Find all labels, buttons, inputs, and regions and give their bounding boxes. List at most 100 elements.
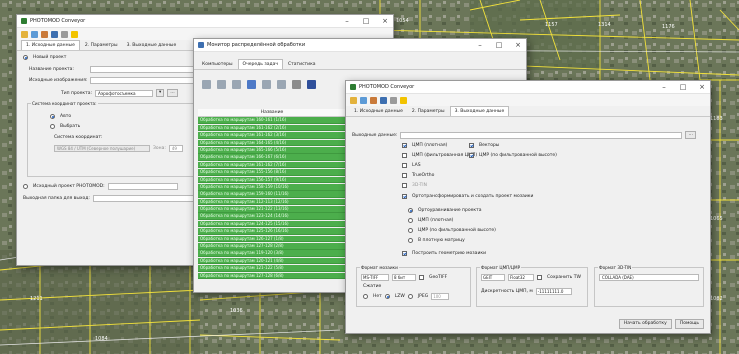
existing-project-radio[interactable]: Исходный проект PHOTOMOD: bbox=[23, 183, 178, 190]
zone-label: Зона: bbox=[153, 146, 166, 151]
tab-output-data[interactable]: 3. Выходные данные bbox=[449, 106, 510, 116]
dem-radio[interactable]: ЦМП (плотная) bbox=[408, 218, 453, 223]
window-title: PHOTOMOD Conveyor bbox=[359, 84, 415, 90]
3dtin-checkbox[interactable]: 3D-TIN bbox=[402, 183, 427, 188]
save-icon[interactable] bbox=[51, 30, 58, 38]
matrix-radio[interactable]: В плотную матрицу bbox=[408, 238, 465, 243]
minimize-icon[interactable]: – bbox=[339, 15, 355, 27]
jpeg-radio[interactable] bbox=[407, 294, 413, 299]
maximize-icon[interactable]: □ bbox=[675, 81, 691, 93]
move-up-icon[interactable] bbox=[262, 80, 271, 89]
play-icon[interactable] bbox=[247, 80, 256, 89]
tab-source-data[interactable]: 1. Исходные данные bbox=[21, 40, 80, 50]
dtm-radio[interactable]: ЦМР (по фильтрованной высоте) bbox=[408, 228, 496, 233]
open-folder-icon[interactable] bbox=[21, 30, 28, 38]
project-name-input[interactable] bbox=[90, 66, 200, 73]
3dtin-label: 3D-TIN bbox=[412, 183, 427, 188]
close-icon[interactable]: × bbox=[510, 39, 526, 51]
map-label: 1314 bbox=[598, 22, 611, 28]
tab-statistics[interactable]: Статистика bbox=[284, 60, 320, 69]
open-folder-icon[interactable] bbox=[350, 96, 357, 104]
dem-filtered-checkbox[interactable]: ЦМП (фильтрованная ЦМП) bbox=[402, 153, 477, 158]
select-radio[interactable]: Выбрать bbox=[50, 124, 80, 129]
help-icon[interactable] bbox=[71, 30, 78, 38]
las-checkbox[interactable]: LAS bbox=[402, 163, 421, 168]
new-project-radio[interactable]: Новый проект bbox=[23, 55, 66, 60]
mosaic-format-select[interactable]: MS-TIFF bbox=[361, 274, 389, 281]
checkbox-indicator bbox=[402, 251, 407, 256]
task-name-cell: Обработка по маршрутам 121-122 (13/16) bbox=[198, 206, 346, 213]
browse-button[interactable]: … bbox=[685, 131, 696, 139]
print-icon[interactable] bbox=[292, 80, 301, 89]
radio-indicator bbox=[408, 228, 413, 233]
zone-input[interactable]: 49 bbox=[168, 145, 183, 152]
report-icon[interactable] bbox=[307, 80, 316, 89]
help-icon[interactable] bbox=[400, 96, 407, 104]
tab-output-data[interactable]: 3. Выходные данные bbox=[123, 41, 181, 50]
mosaic-format-group: Формат мозаики MS-TIFF 8 бит GeoTIFF Сжа… bbox=[356, 265, 471, 307]
ground-radio[interactable]: Ортоуравнивание проекта bbox=[408, 208, 481, 213]
save-icon[interactable] bbox=[380, 96, 387, 104]
auto-label: Авто bbox=[60, 114, 72, 119]
move-down-icon[interactable] bbox=[277, 80, 286, 89]
start-icon[interactable] bbox=[202, 80, 211, 89]
trueortho-checkbox[interactable]: TrueOrtho bbox=[402, 173, 434, 178]
mosaic-label: Ортотрансформировать и создать проект мо… bbox=[412, 194, 534, 199]
link-icon[interactable] bbox=[61, 30, 68, 38]
close-icon[interactable]: × bbox=[377, 15, 393, 27]
ctiv-checkbox[interactable] bbox=[537, 275, 542, 280]
minimize-icon[interactable]: – bbox=[472, 39, 488, 51]
tab-parameters[interactable]: 2. Параметры bbox=[81, 41, 122, 50]
output-data-input[interactable] bbox=[400, 131, 683, 139]
source-images-input[interactable] bbox=[90, 77, 200, 84]
radio-indicator bbox=[50, 114, 55, 119]
title-bar: PHOTOMOD Conveyor – □ × bbox=[17, 15, 393, 28]
dtm-filtered-checkbox[interactable]: ЦМР (по фильтрованной высоте) bbox=[469, 153, 557, 158]
pause-icon[interactable] bbox=[232, 80, 241, 89]
dem-res-input[interactable]: -11111111.0 bbox=[535, 288, 572, 295]
lzw-radio[interactable] bbox=[384, 294, 390, 299]
none-label: Нет bbox=[373, 294, 382, 299]
browse-button[interactable]: … bbox=[167, 89, 178, 97]
dem-type-select[interactable]: Float32 bbox=[508, 274, 534, 281]
geotiff-checkbox[interactable] bbox=[419, 275, 424, 280]
tab-parameters[interactable]: 2. Параметры bbox=[408, 107, 449, 116]
tab-computers[interactable]: Компьютеры bbox=[198, 60, 237, 69]
task-name-cell: Обработка по маршрутам 127-128 (6/8) bbox=[198, 272, 346, 280]
task-name-cell: Обработка по маршрутам 160-161 (1/16) bbox=[198, 117, 346, 124]
new-project-icon[interactable] bbox=[31, 30, 38, 38]
jpeg-quality-input[interactable]: 100 bbox=[431, 293, 450, 300]
mosaic-checkbox[interactable]: Ортотрансформировать и создать проект мо… bbox=[402, 194, 533, 199]
geotiff-label: GeoTIFF bbox=[429, 275, 448, 280]
stop-icon[interactable] bbox=[217, 80, 226, 89]
close-icon[interactable]: × bbox=[694, 81, 710, 93]
build-mosaic-checkbox[interactable]: Построить геометрию мозаики bbox=[402, 251, 486, 256]
existing-project-input[interactable] bbox=[107, 183, 178, 190]
none-radio[interactable] bbox=[363, 294, 368, 299]
task-name-cell: Обработка по маршрутам 127-128 (2/8) bbox=[198, 243, 346, 250]
auto-radio[interactable]: Авто bbox=[50, 114, 71, 119]
tab-source-data[interactable]: 1. Исходные данные bbox=[350, 107, 407, 116]
tab-task-queue[interactable]: Очередь задач bbox=[237, 59, 283, 69]
settings-icon[interactable] bbox=[370, 96, 377, 104]
project-type-dropdown-button[interactable]: ▾ bbox=[155, 89, 165, 97]
help-button[interactable]: Помощь bbox=[674, 319, 704, 329]
3dtin-format-select[interactable]: COLLADA (DAE) bbox=[599, 274, 699, 281]
maximize-icon[interactable]: □ bbox=[358, 15, 374, 27]
task-name-cell: Обработка по маршрутам 120-121 (4/8) bbox=[198, 257, 346, 265]
window-title: PHOTOMOD Conveyor bbox=[30, 18, 86, 24]
dem-format-select[interactable]: GEIT bbox=[481, 274, 505, 281]
link-icon[interactable] bbox=[390, 96, 397, 104]
maximize-icon[interactable]: □ bbox=[491, 39, 507, 51]
settings-icon[interactable] bbox=[41, 30, 48, 38]
mosaic-bits-select[interactable]: 8 бит bbox=[392, 274, 416, 281]
map-label: 1157 bbox=[545, 22, 558, 28]
dem-checkbox[interactable]: ЦМП (плотная) bbox=[402, 143, 447, 148]
project-type-select[interactable]: Аэрофотосъемка bbox=[94, 89, 153, 97]
minimize-icon[interactable]: – bbox=[656, 81, 672, 93]
vectors-checkbox[interactable]: Векторы bbox=[469, 143, 499, 148]
column-name-header[interactable]: Название bbox=[198, 110, 346, 115]
coord-system-select[interactable]: WGS 84 / UTM (Северное полушарие) bbox=[54, 145, 150, 152]
start-processing-button[interactable]: Начать обработку bbox=[618, 319, 672, 329]
new-project-icon[interactable] bbox=[360, 96, 367, 104]
